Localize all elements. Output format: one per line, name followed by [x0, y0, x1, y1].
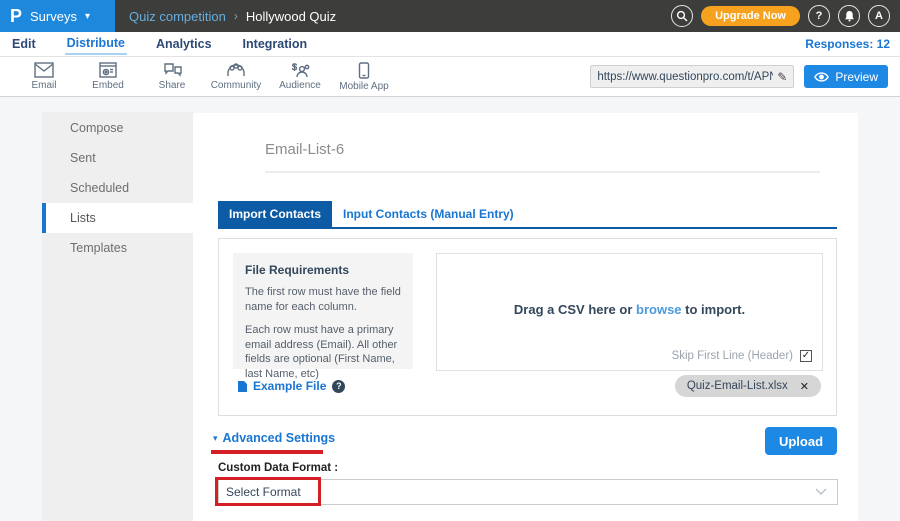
- nav-tab-distribute[interactable]: Distribute: [65, 33, 127, 55]
- skip-first-line-checkbox[interactable]: ✓: [800, 350, 812, 362]
- topbar-actions: Upgrade Now ? A: [671, 5, 900, 27]
- file-requirements-line-1: The first row must have the field name f…: [245, 285, 401, 315]
- sidebar-item-templates[interactable]: Templates: [42, 233, 193, 263]
- tab-import-contacts[interactable]: Import Contacts: [218, 201, 332, 227]
- help-button[interactable]: ?: [808, 5, 830, 27]
- share-icon: [163, 62, 182, 78]
- breadcrumb-survey-name: Hollywood Quiz: [246, 9, 336, 24]
- survey-url-text[interactable]: https://www.questionpro.com/t/APNrFZ: [597, 71, 773, 83]
- browse-link[interactable]: browse: [636, 302, 682, 317]
- help-icon[interactable]: ?: [332, 380, 345, 393]
- eye-icon: [814, 72, 829, 82]
- remove-file-icon[interactable]: ✕: [800, 380, 809, 393]
- contacts-tabs: Import Contacts Input Contacts (Manual E…: [218, 201, 837, 229]
- document-icon: [237, 380, 248, 393]
- custom-data-format-label: Custom Data Format :: [218, 462, 338, 474]
- upgrade-now-button[interactable]: Upgrade Now: [701, 6, 800, 26]
- search-icon: [676, 10, 688, 22]
- email-sidebar: Compose Sent Scheduled Lists Templates: [42, 113, 193, 521]
- sidebar-item-sent[interactable]: Sent: [42, 143, 193, 173]
- advanced-settings-label: Advanced Settings: [223, 431, 336, 445]
- preview-label: Preview: [835, 70, 878, 84]
- uploaded-file-chip: Quiz-Email-List.xlsx ✕: [675, 375, 821, 397]
- responses-count[interactable]: Responses: 12: [805, 37, 890, 51]
- nav-tab-edit[interactable]: Edit: [10, 34, 38, 54]
- upload-button[interactable]: Upload: [765, 427, 837, 455]
- channel-share[interactable]: Share: [140, 62, 204, 92]
- top-bar: P Surveys ▾ Quiz competition › Hollywood…: [0, 0, 900, 32]
- list-title-block: Email-List-6: [265, 141, 820, 173]
- main-panel: Email-List-6 Import Contacts Input Conta…: [193, 113, 858, 521]
- skip-first-line-row: Skip First Line (Header) ✓: [672, 350, 812, 362]
- file-requirements-box: File Requirements The first row must hav…: [233, 253, 413, 369]
- import-contacts-panel: File Requirements The first row must hav…: [218, 238, 837, 416]
- bell-icon: [844, 10, 855, 22]
- survey-nav: Edit Distribute Analytics Integration Re…: [0, 32, 900, 57]
- questionpro-logo-icon: P: [10, 7, 22, 25]
- distribute-toolbar: Email Embed Share: [0, 57, 900, 97]
- tab-input-contacts-manual[interactable]: Input Contacts (Manual Entry): [332, 201, 525, 227]
- product-name: Surveys: [30, 9, 77, 24]
- embed-icon: [99, 62, 117, 78]
- caret-down-icon: ▾: [85, 11, 90, 22]
- sidebar-item-lists[interactable]: Lists: [42, 203, 193, 233]
- preview-button[interactable]: Preview: [804, 65, 888, 88]
- file-requirements-line-2: Each row must have a primary email addre…: [245, 323, 401, 382]
- channel-embed[interactable]: Embed: [76, 62, 140, 92]
- channel-mobile-app[interactable]: Mobile App: [332, 62, 396, 92]
- csv-dropzone[interactable]: Drag a CSV here or browse to import. Ski…: [436, 253, 823, 371]
- uploaded-file-name: Quiz-Email-List.xlsx: [687, 380, 788, 392]
- mobile-app-icon: [358, 62, 370, 79]
- chevron-down-icon: [815, 483, 827, 501]
- example-file-link[interactable]: Example File: [237, 379, 326, 393]
- breadcrumb-folder[interactable]: Quiz competition: [129, 9, 226, 24]
- sidebar-item-compose[interactable]: Compose: [42, 113, 193, 143]
- list-title-underline: [265, 171, 820, 173]
- questionpro-distribute-page: P Surveys ▾ Quiz competition › Hollywood…: [0, 0, 900, 521]
- community-icon: [226, 62, 246, 78]
- email-icon: [34, 62, 54, 78]
- select-format-value: Select Format: [226, 485, 815, 499]
- example-file-row: Example File ?: [237, 379, 345, 393]
- channel-list: Email Embed Share: [0, 62, 396, 92]
- breadcrumb-separator-icon: ›: [234, 9, 238, 23]
- audience-icon: $: [290, 62, 310, 78]
- skip-first-line-label: Skip First Line (Header): [672, 350, 793, 362]
- email-list-name-field[interactable]: Email-List-6: [265, 141, 820, 158]
- svg-text:$: $: [292, 62, 297, 72]
- file-requirements-title: File Requirements: [245, 263, 401, 277]
- edit-url-icon[interactable]: ✎: [777, 70, 787, 84]
- advanced-settings-toggle[interactable]: ▾ Advanced Settings: [213, 431, 335, 445]
- toolbar-right: https://www.questionpro.com/t/APNrFZ ✎ P…: [590, 65, 900, 88]
- caret-down-icon: ▾: [213, 433, 218, 444]
- nav-tab-analytics[interactable]: Analytics: [154, 34, 214, 54]
- example-file-label: Example File: [253, 379, 326, 393]
- breadcrumb: Quiz competition › Hollywood Quiz: [129, 9, 336, 24]
- account-avatar[interactable]: A: [868, 5, 890, 27]
- survey-url-field[interactable]: https://www.questionpro.com/t/APNrFZ ✎: [590, 65, 794, 88]
- channel-email[interactable]: Email: [12, 62, 76, 92]
- search-button[interactable]: [671, 5, 693, 27]
- channel-audience[interactable]: $ Audience: [268, 62, 332, 92]
- dropzone-text: Drag a CSV here or browse to import.: [437, 302, 822, 317]
- channel-community[interactable]: Community: [204, 62, 268, 92]
- nav-tab-integration[interactable]: Integration: [241, 34, 310, 54]
- notifications-button[interactable]: [838, 5, 860, 27]
- custom-data-format-select[interactable]: Select Format: [218, 479, 838, 505]
- sidebar-item-scheduled[interactable]: Scheduled: [42, 173, 193, 203]
- surveys-product-menu[interactable]: P Surveys ▾: [0, 0, 115, 32]
